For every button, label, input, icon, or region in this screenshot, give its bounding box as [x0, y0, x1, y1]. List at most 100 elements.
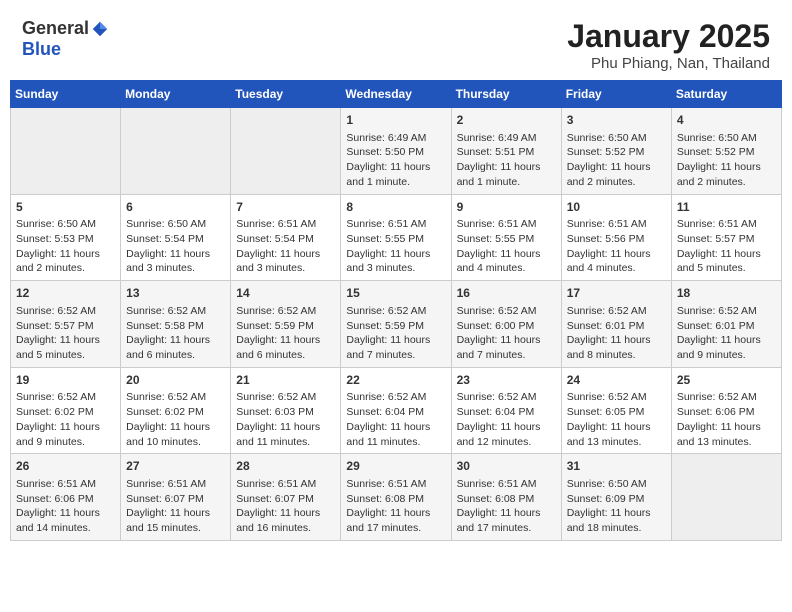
calendar-cell: 7Sunrise: 6:51 AMSunset: 5:54 PMDaylight… [231, 194, 341, 281]
calendar-cell: 3 Sunrise: 6:50 AMSunset: 5:52 PMDaylight… [561, 108, 671, 195]
day-info: Sunrise: 6:51 AMSunset: 6:07 PMDaylight:… [126, 477, 225, 536]
day-number: 19 [16, 372, 115, 389]
calendar-cell: 15 Sunrise: 6:52 AMSunset: 5:59 PMDayligh… [341, 281, 451, 368]
day-number: 23 [457, 372, 556, 389]
calendar-cell: 26 Sunrise: 6:51 AMSunset: 6:06 PMDayligh… [11, 454, 121, 541]
weekday-header-sunday: Sunday [11, 81, 121, 108]
title-block: January 2025 Phu Phiang, Nan, Thailand [567, 18, 770, 72]
day-number: 6 [126, 199, 225, 216]
logo-general-text: General [22, 18, 89, 39]
day-number: 13 [126, 285, 225, 302]
day-info: Sunrise: 6:51 AMSunset: 6:07 PMDaylight:… [236, 477, 335, 536]
day-number: 4 [677, 112, 776, 129]
day-number: 27 [126, 458, 225, 475]
day-info: Sunrise: 6:52 AMSunset: 6:03 PMDaylight:… [236, 390, 335, 449]
day-info: Sunrise: 6:51 AMSunset: 5:55 PMDaylight:… [346, 217, 445, 276]
calendar-cell: 23Sunrise: 6:52 AMSunset: 6:04 PMDayligh… [451, 367, 561, 454]
calendar-cell: 10Sunrise: 6:51 AMSunset: 5:56 PMDayligh… [561, 194, 671, 281]
day-info: Sunrise: 6:51 AMSunset: 5:57 PMDaylight:… [677, 217, 776, 276]
day-info: Sunrise: 6:50 AMSunset: 5:54 PMDaylight:… [126, 217, 225, 276]
calendar-cell: 13 Sunrise: 6:52 AMSunset: 5:58 PMDayligh… [121, 281, 231, 368]
calendar-week-5: 26 Sunrise: 6:51 AMSunset: 6:06 PMDayligh… [11, 454, 782, 541]
day-info: Sunrise: 6:51 AMSunset: 5:55 PMDaylight:… [457, 217, 556, 276]
page-header: General Blue January 2025 Phu Phiang, Na… [10, 10, 782, 76]
day-number: 25 [677, 372, 776, 389]
calendar-cell: 14Sunrise: 6:52 AMSunset: 5:59 PMDayligh… [231, 281, 341, 368]
calendar-cell: 19Sunrise: 6:52 AMSunset: 6:02 PMDayligh… [11, 367, 121, 454]
calendar-cell: 17 Sunrise: 6:52 AMSunset: 6:01 PMDayligh… [561, 281, 671, 368]
calendar-cell: 1Sunrise: 6:49 AMSunset: 5:50 PMDaylight… [341, 108, 451, 195]
calendar-cell: 25Sunrise: 6:52 AMSunset: 6:06 PMDayligh… [671, 367, 781, 454]
calendar-cell: 29 Sunrise: 6:51 AMSunset: 6:08 PMDayligh… [341, 454, 451, 541]
day-info: Sunrise: 6:52 AMSunset: 6:01 PMDaylight:… [677, 304, 776, 363]
day-info: Sunrise: 6:51 AMSunset: 6:08 PMDaylight:… [346, 477, 445, 536]
weekday-header-tuesday: Tuesday [231, 81, 341, 108]
day-number: 15 [346, 285, 445, 302]
day-info: Sunrise: 6:52 AMSunset: 5:58 PMDaylight:… [126, 304, 225, 363]
calendar-cell: 4 Sunrise: 6:50 AMSunset: 5:52 PMDaylight… [671, 108, 781, 195]
day-info: Sunrise: 6:50 AMSunset: 5:53 PMDaylight:… [16, 217, 115, 276]
calendar-cell: 24Sunrise: 6:52 AMSunset: 6:05 PMDayligh… [561, 367, 671, 454]
day-number: 29 [346, 458, 445, 475]
calendar-cell: 31Sunrise: 6:50 AMSunset: 6:09 PMDayligh… [561, 454, 671, 541]
day-number: 8 [346, 199, 445, 216]
weekday-header-friday: Friday [561, 81, 671, 108]
day-info: Sunrise: 6:52 AMSunset: 6:00 PMDaylight:… [457, 304, 556, 363]
day-number: 10 [567, 199, 666, 216]
calendar-cell: 6Sunrise: 6:50 AMSunset: 5:54 PMDaylight… [121, 194, 231, 281]
calendar-cell: 28 Sunrise: 6:51 AMSunset: 6:07 PMDayligh… [231, 454, 341, 541]
day-number: 12 [16, 285, 115, 302]
day-info: Sunrise: 6:49 AMSunset: 5:51 PMDaylight:… [457, 131, 556, 190]
calendar-cell: 9Sunrise: 6:51 AMSunset: 5:55 PMDaylight… [451, 194, 561, 281]
logo-icon [91, 20, 109, 38]
day-number: 18 [677, 285, 776, 302]
calendar-cell [231, 108, 341, 195]
day-info: Sunrise: 6:52 AMSunset: 5:57 PMDaylight:… [16, 304, 115, 363]
day-info: Sunrise: 6:50 AMSunset: 6:09 PMDaylight:… [567, 477, 666, 536]
weekday-header-row: SundayMondayTuesdayWednesdayThursdayFrid… [11, 81, 782, 108]
calendar-cell [121, 108, 231, 195]
day-info: Sunrise: 6:52 AMSunset: 5:59 PMDaylight:… [236, 304, 335, 363]
day-number: 9 [457, 199, 556, 216]
calendar-cell: 20Sunrise: 6:52 AMSunset: 6:02 PMDayligh… [121, 367, 231, 454]
day-number: 26 [16, 458, 115, 475]
main-title: January 2025 [567, 18, 770, 55]
weekday-header-monday: Monday [121, 81, 231, 108]
day-info: Sunrise: 6:51 AMSunset: 6:06 PMDaylight:… [16, 477, 115, 536]
calendar-cell: 22Sunrise: 6:52 AMSunset: 6:04 PMDayligh… [341, 367, 451, 454]
calendar-cell: 12 Sunrise: 6:52 AMSunset: 5:57 PMDayligh… [11, 281, 121, 368]
calendar-week-3: 12 Sunrise: 6:52 AMSunset: 5:57 PMDayligh… [11, 281, 782, 368]
weekday-header-saturday: Saturday [671, 81, 781, 108]
day-info: Sunrise: 6:52 AMSunset: 6:04 PMDaylight:… [457, 390, 556, 449]
calendar-cell: 5Sunrise: 6:50 AMSunset: 5:53 PMDaylight… [11, 194, 121, 281]
day-number: 16 [457, 285, 556, 302]
day-number: 21 [236, 372, 335, 389]
calendar-cell: 8Sunrise: 6:51 AMSunset: 5:55 PMDaylight… [341, 194, 451, 281]
day-number: 17 [567, 285, 666, 302]
day-info: Sunrise: 6:52 AMSunset: 6:06 PMDaylight:… [677, 390, 776, 449]
day-info: Sunrise: 6:52 AMSunset: 6:05 PMDaylight:… [567, 390, 666, 449]
day-number: 20 [126, 372, 225, 389]
day-info: Sunrise: 6:51 AMSunset: 5:54 PMDaylight:… [236, 217, 335, 276]
day-info: Sunrise: 6:52 AMSunset: 6:01 PMDaylight:… [567, 304, 666, 363]
calendar-cell: 11Sunrise: 6:51 AMSunset: 5:57 PMDayligh… [671, 194, 781, 281]
day-number: 5 [16, 199, 115, 216]
day-number: 11 [677, 199, 776, 216]
calendar-cell [671, 454, 781, 541]
calendar-cell: 16 Sunrise: 6:52 AMSunset: 6:00 PMDayligh… [451, 281, 561, 368]
calendar-cell: 30Sunrise: 6:51 AMSunset: 6:08 PMDayligh… [451, 454, 561, 541]
day-number: 3 [567, 112, 666, 129]
day-info: Sunrise: 6:51 AMSunset: 5:56 PMDaylight:… [567, 217, 666, 276]
day-info: Sunrise: 6:50 AMSunset: 5:52 PMDaylight:… [567, 131, 666, 190]
weekday-header-thursday: Thursday [451, 81, 561, 108]
calendar-cell: 27 Sunrise: 6:51 AMSunset: 6:07 PMDayligh… [121, 454, 231, 541]
day-number: 28 [236, 458, 335, 475]
day-info: Sunrise: 6:50 AMSunset: 5:52 PMDaylight:… [677, 131, 776, 190]
day-number: 24 [567, 372, 666, 389]
day-info: Sunrise: 6:52 AMSunset: 5:59 PMDaylight:… [346, 304, 445, 363]
logo: General Blue [22, 18, 109, 60]
calendar-week-2: 5Sunrise: 6:50 AMSunset: 5:53 PMDaylight… [11, 194, 782, 281]
calendar-cell: 2Sunrise: 6:49 AMSunset: 5:51 PMDaylight… [451, 108, 561, 195]
day-info: Sunrise: 6:52 AMSunset: 6:04 PMDaylight:… [346, 390, 445, 449]
day-info: Sunrise: 6:52 AMSunset: 6:02 PMDaylight:… [16, 390, 115, 449]
